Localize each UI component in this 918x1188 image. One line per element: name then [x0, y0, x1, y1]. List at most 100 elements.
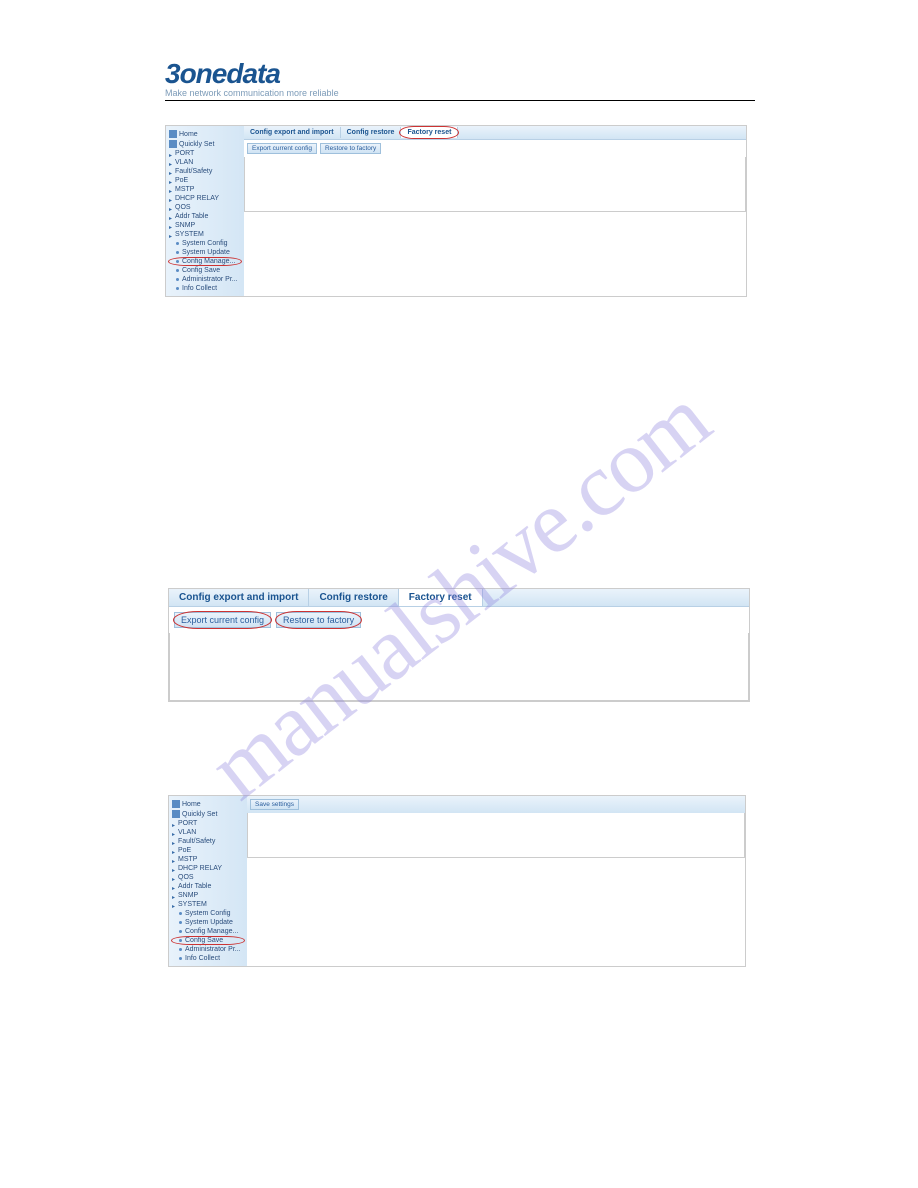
sidebar-label: SNMP — [178, 892, 198, 899]
quickset-icon — [172, 810, 180, 818]
tab-factory-reset[interactable]: Factory reset — [399, 589, 483, 606]
export-current-config-button[interactable]: Export current config — [174, 612, 271, 628]
sidebar-label: MSTP — [178, 856, 197, 863]
quickset-icon — [169, 140, 177, 148]
sidebar-label: VLAN — [175, 159, 193, 166]
sidebar-sub-config-save[interactable]: Config Save — [169, 936, 247, 945]
sidebar-label: SYSTEM — [178, 901, 207, 908]
sidebar-item-dhcp[interactable]: ▸DHCP RELAY — [166, 194, 244, 203]
sidebar-sub-label: System Config — [182, 240, 228, 247]
logo-prefix: 3 — [165, 58, 180, 89]
sidebar-item-poe[interactable]: ▸PoE — [169, 846, 247, 855]
sidebar-quickly-set[interactable]: Quickly Set — [169, 809, 247, 819]
sidebar-item-port[interactable]: ▸PORT — [169, 819, 247, 828]
sidebar-sub-label: Administrator Pr... — [182, 276, 238, 283]
sidebar-item-fault[interactable]: ▸Fault/Safety — [166, 167, 244, 176]
tab-config-restore[interactable]: Config restore — [309, 589, 398, 606]
sidebar-sub-system-config[interactable]: System Config — [166, 239, 244, 248]
chevron-icon: ▸ — [169, 206, 173, 210]
sidebar-sub-config-manage[interactable]: Config Manage... — [166, 257, 244, 266]
sidebar-sub-label: System Config — [185, 910, 231, 917]
sidebar-sub-label: Config Manage... — [182, 258, 235, 265]
sidebar-item-system[interactable]: ▸SYSTEM — [166, 230, 244, 239]
dot-icon — [176, 269, 179, 272]
tab-factory-reset[interactable]: Factory reset — [401, 127, 458, 138]
chevron-icon: ▸ — [172, 903, 176, 907]
button-row: Save settings — [247, 796, 745, 813]
tab-bar: Config export and import Config restore … — [169, 589, 749, 607]
sidebar-quickly-set[interactable]: Quickly Set — [166, 139, 244, 149]
sidebar-sub-config-save[interactable]: Config Save — [166, 266, 244, 275]
sidebar-sub-admin-pr[interactable]: Administrator Pr... — [166, 275, 244, 284]
sidebar-quickset-label: Quickly Set — [182, 811, 217, 818]
sidebar-item-qos[interactable]: ▸QOS — [166, 203, 244, 212]
sidebar-sub-system-config[interactable]: System Config — [169, 909, 247, 918]
dot-icon — [176, 260, 179, 263]
sidebar-item-snmp[interactable]: ▸SNMP — [166, 221, 244, 230]
sidebar-home-label: Home — [182, 801, 201, 808]
sidebar-sub-admin-pr[interactable]: Administrator Pr... — [169, 945, 247, 954]
tab-config-export-import[interactable]: Config export and import — [244, 127, 341, 138]
sidebar-item-mstp[interactable]: ▸MSTP — [166, 185, 244, 194]
sidebar-item-mstp[interactable]: ▸MSTP — [169, 855, 247, 864]
sidebar-item-vlan[interactable]: ▸VLAN — [169, 828, 247, 837]
chevron-icon: ▸ — [169, 170, 173, 174]
chevron-icon: ▸ — [169, 161, 173, 165]
tab-config-restore[interactable]: Config restore — [341, 127, 402, 138]
sidebar-label: PORT — [175, 150, 194, 157]
sidebar-sub-system-update[interactable]: System Update — [169, 918, 247, 927]
chevron-icon: ▸ — [172, 894, 176, 898]
sidebar-item-poe[interactable]: ▸PoE — [166, 176, 244, 185]
sidebar-label: PoE — [178, 847, 191, 854]
sidebar-quickset-label: Quickly Set — [179, 141, 214, 148]
dot-icon — [179, 912, 182, 915]
restore-to-factory-button[interactable]: Restore to factory — [276, 612, 361, 628]
sidebar-label: QOS — [178, 874, 194, 881]
sidebar-label: Addr Table — [178, 883, 211, 890]
tab-bar: Config export and import Config restore … — [244, 126, 746, 140]
restore-to-factory-button[interactable]: Restore to factory — [320, 143, 381, 154]
sidebar-item-dhcp[interactable]: ▸DHCP RELAY — [169, 864, 247, 873]
sidebar-item-addr[interactable]: ▸Addr Table — [169, 882, 247, 891]
sidebar-item-snmp[interactable]: ▸SNMP — [169, 891, 247, 900]
dot-icon — [179, 930, 182, 933]
sidebar-sub-system-update[interactable]: System Update — [166, 248, 244, 257]
sidebar-item-vlan[interactable]: ▸VLAN — [166, 158, 244, 167]
sidebar-label: Addr Table — [175, 213, 208, 220]
sidebar-label: MSTP — [175, 186, 194, 193]
chevron-icon: ▸ — [169, 188, 173, 192]
sidebar-label: PoE — [175, 177, 188, 184]
sidebar-sub-config-manage[interactable]: Config Manage... — [169, 927, 247, 936]
sidebar-sub-info-collect[interactable]: Info Collect — [169, 954, 247, 963]
export-current-config-button[interactable]: Export current config — [247, 143, 317, 154]
sidebar-home[interactable]: Home — [169, 799, 247, 809]
dot-icon — [179, 948, 182, 951]
sidebar-label: SNMP — [175, 222, 195, 229]
brand-tagline: Make network communication more reliable — [165, 88, 755, 98]
save-settings-button[interactable]: Save settings — [250, 799, 299, 810]
sidebar-item-port[interactable]: ▸PORT — [166, 149, 244, 158]
screenshot-1: Home Quickly Set ▸PORT ▸VLAN ▸Fault/Safe… — [165, 125, 747, 312]
sidebar-item-system[interactable]: ▸SYSTEM — [169, 900, 247, 909]
home-icon — [172, 800, 180, 808]
chevron-icon: ▸ — [172, 858, 176, 862]
chevron-icon: ▸ — [172, 885, 176, 889]
sidebar-item-qos[interactable]: ▸QOS — [169, 873, 247, 882]
tab-config-export-import[interactable]: Config export and import — [169, 589, 309, 606]
chevron-icon: ▸ — [172, 840, 176, 844]
brand-logo: 3onedata Make network communication more… — [165, 58, 755, 98]
sidebar-label: Fault/Safety — [178, 838, 215, 845]
sidebar-home[interactable]: Home — [166, 129, 244, 139]
sidebar-label: DHCP RELAY — [178, 865, 222, 872]
chevron-icon: ▸ — [172, 849, 176, 853]
chevron-icon: ▸ — [169, 197, 173, 201]
sidebar-sub-info-collect[interactable]: Info Collect — [166, 284, 244, 293]
sidebar-item-fault[interactable]: ▸Fault/Safety — [169, 837, 247, 846]
dot-icon — [179, 939, 182, 942]
screenshot-3: Home Quickly Set ▸PORT ▸VLAN ▸Fault/Safe… — [168, 795, 746, 982]
sidebar-item-addr[interactable]: ▸Addr Table — [166, 212, 244, 221]
chevron-icon: ▸ — [169, 233, 173, 237]
chevron-icon: ▸ — [169, 152, 173, 156]
dot-icon — [176, 278, 179, 281]
chevron-icon: ▸ — [172, 867, 176, 871]
